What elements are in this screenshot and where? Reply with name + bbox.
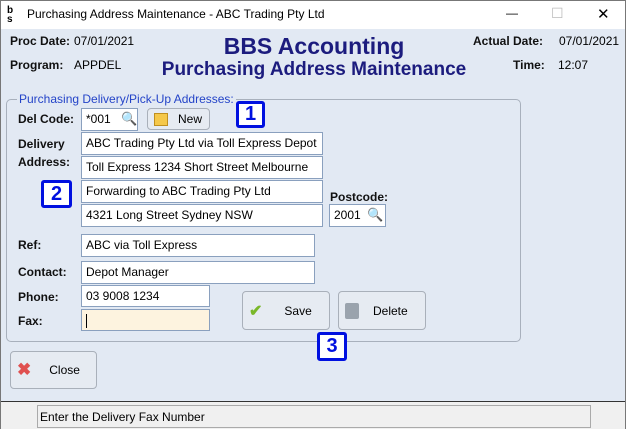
close-button[interactable]: ✖ Close (10, 351, 97, 389)
search-icon[interactable]: 🔍 (121, 111, 137, 127)
time-value: 12:07 (558, 58, 589, 72)
title-bar: bs Purchasing Address Maintenance - ABC … (1, 1, 625, 29)
minimize-button[interactable]: — (506, 6, 518, 20)
phone-label: Phone: (18, 290, 59, 304)
fax-label: Fax: (18, 314, 43, 328)
del-code-label: Del Code: (18, 112, 75, 126)
close-x-icon: ✖ (17, 360, 32, 379)
text-cursor (86, 313, 87, 328)
address-line-4-input[interactable]: 4321 Long Street Sydney NSW (81, 204, 323, 227)
maximize-button[interactable]: ☐ (551, 5, 564, 22)
group-legend: Purchasing Delivery/Pick-Up Addresses: (17, 92, 236, 106)
address-line-1-input[interactable]: ABC Trading Pty Ltd via Toll Express Dep… (81, 132, 323, 155)
new-note-icon (154, 112, 168, 126)
address-line-2-input[interactable]: Toll Express 1234 Short Street Melbourne (81, 156, 323, 179)
actual-date-value: 07/01/2021 (559, 34, 620, 48)
annotation-badge-3: 3 (317, 332, 347, 361)
annotation-badge-1: 1 (236, 101, 265, 128)
address-line-3-input[interactable]: Forwarding to ABC Trading Pty Ltd (81, 180, 323, 203)
postcode-search-icon[interactable]: 🔍 (367, 207, 383, 223)
annotation-badge-2: 2 (41, 180, 72, 208)
postcode-label: Postcode: (330, 190, 389, 204)
address-label: Address: (18, 155, 71, 169)
status-message: Enter the Delivery Fax Number (37, 405, 591, 428)
new-button[interactable]: New (147, 108, 210, 130)
window-title: Purchasing Address Maintenance - ABC Tra… (27, 7, 325, 21)
ref-input[interactable]: ABC via Toll Express (81, 234, 315, 257)
program-label: Program: (10, 58, 64, 72)
delete-button[interactable]: Delete (338, 291, 426, 330)
save-button-label: Save (284, 303, 312, 318)
phone-input[interactable]: 03 9008 1234 (81, 285, 210, 307)
page-title: Purchasing Address Maintenance (161, 59, 467, 80)
checkmark-icon: ✔ (249, 302, 263, 320)
actual-date-label: Actual Date: (473, 34, 544, 48)
postcode-value: 2001 (334, 208, 361, 222)
contact-label: Contact: (18, 265, 67, 279)
shredder-icon (345, 302, 359, 319)
delivery-label: Delivery (18, 137, 65, 151)
close-button-label: Close (49, 363, 80, 377)
app-logo-icon: bs (7, 5, 14, 25)
proc-date-label: Proc Date: (10, 34, 71, 48)
close-window-button[interactable]: ✕ (597, 5, 610, 23)
time-label: Time: (513, 58, 545, 72)
delete-button-label: Delete (373, 303, 408, 318)
fax-input[interactable] (81, 309, 210, 331)
save-button[interactable]: ✔ Save (242, 291, 330, 330)
contact-input[interactable]: Depot Manager (81, 261, 315, 284)
del-code-value: *001 (86, 112, 111, 126)
ref-label: Ref: (18, 238, 42, 252)
new-button-label: New (178, 112, 203, 126)
app-title: BBS Accounting (223, 33, 405, 59)
